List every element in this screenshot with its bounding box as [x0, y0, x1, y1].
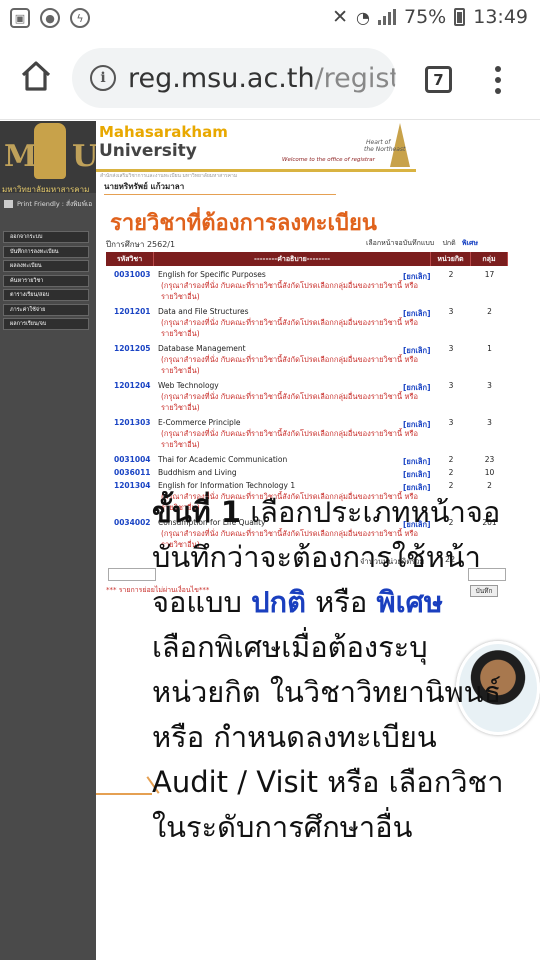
course-credits: 3 [448, 344, 454, 353]
course-code[interactable]: 0031003 [106, 266, 154, 303]
cancel-link[interactable]: [ยกเลิก] [403, 456, 431, 468]
gallery-icon: ▣ [10, 8, 30, 28]
tower-icon [390, 123, 410, 167]
home-icon[interactable] [18, 58, 54, 94]
course-code[interactable]: 1201205 [106, 340, 154, 377]
course-code[interactable]: 0036011 [106, 464, 154, 477]
course-credits: 3 [448, 381, 454, 390]
mode-special-link[interactable]: พิเศษ [462, 239, 478, 247]
page-title: รายวิชาที่ต้องการลงทะเบียน [110, 211, 377, 236]
logo-caption: มหาวิทยาลัยมหาสารคาม [2, 185, 90, 194]
mode-normal-link[interactable]: ปกติ [442, 239, 455, 247]
divider [104, 194, 336, 195]
piggy-bank-icon: ● [40, 8, 60, 28]
emblem-icon [34, 123, 66, 179]
course-credits: 3 [448, 307, 454, 316]
course-code[interactable]: 1201201 [106, 303, 154, 340]
course-credits: 2 [448, 455, 454, 464]
course-description: Thai for Academic Communication [154, 451, 431, 464]
sidebar-item-fees[interactable]: ภาระค่าใช้จ่าย [3, 303, 89, 316]
info-icon[interactable]: i [90, 65, 116, 91]
battery-icon [454, 8, 466, 26]
signal-icon [378, 9, 396, 25]
left-sidebar: M U มหาวิทยาลัยมหาสารคาม Print Friendly … [0, 121, 98, 960]
semester-label: ปีการศึกษา 2562/1 [106, 240, 176, 249]
university-logo: M U มหาวิทยาลัยมหาสารคาม [0, 121, 98, 194]
cancel-link[interactable]: [ยกเลิก] [403, 308, 431, 320]
browser-toolbar: i reg.msu.ac.th/registi 7 [0, 36, 540, 120]
course-description: English for Specific Purposes (กรุณาสำรอง… [154, 266, 431, 303]
course-remark: (กรุณาสำรองที่นั่ง กับคณะที่รายวิชานี้สั… [161, 281, 418, 301]
course-credits: 2 [448, 270, 454, 279]
course-name: E-Commerce Principle [158, 418, 241, 427]
mute-icon: ✕ [332, 6, 349, 28]
table-row: 0031004 Thai for Academic Communication 2 2… [106, 451, 508, 464]
table-row: 0036011 Buddhism and Living 2 10 [106, 464, 508, 477]
clock: 13:49 [473, 6, 528, 28]
course-group: 3 [487, 381, 492, 390]
course-group: 10 [484, 468, 495, 477]
course-code[interactable]: 0031004 [106, 451, 154, 464]
course-description: Database Management (กรุณาสำรองที่นั่ง กั… [154, 340, 431, 377]
table-row: 1201303 E-Commerce Principle (กรุณาสำรองที… [106, 414, 508, 451]
sidebar-item-timetable[interactable]: ตารางเรียน/สอบ [3, 289, 89, 301]
course-name: Web Technology [158, 381, 219, 390]
course-credits: 2 [448, 468, 454, 477]
table-row: 1201201 Data and File Structures (กรุณาสำร… [106, 303, 508, 340]
sidebar-item-grades[interactable]: ผลการเรียน/จบ [3, 318, 89, 330]
overflow-menu-icon[interactable] [494, 66, 502, 94]
wifi-icon: ◔ [356, 7, 370, 27]
table-row: 1201204 Web Technology (กรุณาสำรองที่นั่ง … [106, 377, 508, 414]
cancel-link[interactable]: [ยกเลิก] [403, 271, 431, 283]
course-remark: (กรุณาสำรองที่นั่ง กับคณะที่รายวิชานี้สั… [161, 429, 418, 449]
course-name: Database Management [158, 344, 246, 353]
sidebar-item-register[interactable]: บันทึกการลงทะเบียน [3, 245, 89, 258]
sidebar-item-search[interactable]: ค้นหารายวิชา [3, 274, 89, 287]
cancel-link[interactable]: [ยกเลิก] [403, 382, 431, 394]
tutorial-text: ขั้นที่ 1 เลือกประเภทหน้าจอ บันทึกว่าจะต… [152, 495, 504, 844]
mode-selector: เลือกหน้าจอบันทึกแบบ ปกติ พิเศษ [366, 239, 479, 247]
course-code[interactable]: 1201303 [106, 414, 154, 451]
sidebar-item-results[interactable]: ผลลงทะเบียน [3, 260, 89, 272]
site-banner: Mahasarakham University Heart of the Nor… [96, 121, 416, 169]
table-row: 1201205 Database Management (กรุณาสำรองที่… [106, 340, 508, 377]
course-group: 23 [484, 455, 495, 464]
course-credits: 3 [448, 418, 454, 427]
cancel-link[interactable]: [ยกเลิก] [403, 345, 431, 357]
course-remark: (กรุณาสำรองที่นั่ง กับคณะที่รายวิชานี้สั… [161, 318, 418, 338]
tab-switcher-button[interactable]: 7 [425, 66, 452, 93]
course-description: Buddhism and Living [154, 464, 431, 477]
course-code[interactable]: 1201204 [106, 377, 154, 414]
course-name: Data and File Structures [158, 307, 249, 316]
sidebar-item-logout[interactable]: ออกจากระบบ [3, 231, 89, 243]
user-name: นายหริทรัพย์ แก้วมาลา [104, 182, 185, 191]
course-name: English for Specific Purposes [158, 270, 266, 279]
address-bar[interactable]: i reg.msu.ac.th/registi [72, 48, 396, 108]
side-menu: ออกจากระบบ บันทึกการลงทะเบียน ผลลงทะเบีย… [3, 231, 89, 333]
table-row: 0031003 English for Specific Purposes (กรุ… [106, 266, 508, 303]
url-text[interactable]: reg.msu.ac.th/registi [128, 63, 396, 94]
status-bar: ▣ ● ϟ ✕ ◔ 75% 13:49 [0, 0, 540, 36]
messenger-icon: ϟ [70, 8, 90, 28]
cancel-link[interactable]: [ยกเลิก] [403, 419, 431, 431]
table-header: รหัสวิชา --------คำอธิบาย-------- หน่วยก… [106, 252, 508, 266]
course-group: 1 [487, 344, 492, 353]
annotation-arrow [96, 793, 152, 795]
battery-percent: 75% [404, 6, 447, 28]
course-group: 17 [484, 270, 495, 279]
course-description: Data and File Structures (กรุณาสำรองที่นั… [154, 303, 431, 340]
course-code[interactable]: 1201304 [106, 477, 154, 514]
course-group: 3 [487, 418, 492, 427]
cancel-link[interactable]: [ยกเลิก] [403, 469, 431, 481]
course-description: E-Commerce Principle (กรุณาสำรองที่นั่ง ก… [154, 414, 431, 451]
course-group: 2 [487, 307, 492, 316]
course-remark: (กรุณาสำรองที่นั่ง กับคณะที่รายวิชานี้สั… [161, 392, 418, 412]
course-remark: (กรุณาสำรองที่นั่ง กับคณะที่รายวิชานี้สั… [161, 355, 418, 375]
course-description: Web Technology (กรุณาสำรองที่นั่ง กับคณะท… [154, 377, 431, 414]
course-code[interactable]: 0034002 [106, 514, 154, 551]
extra-course-input[interactable] [108, 568, 156, 581]
tutorial-step: ขั้นที่ 1 [152, 495, 242, 529]
print-friendly-link[interactable]: Print Friendly : สั่งพิมพ์เอ [4, 199, 92, 209]
